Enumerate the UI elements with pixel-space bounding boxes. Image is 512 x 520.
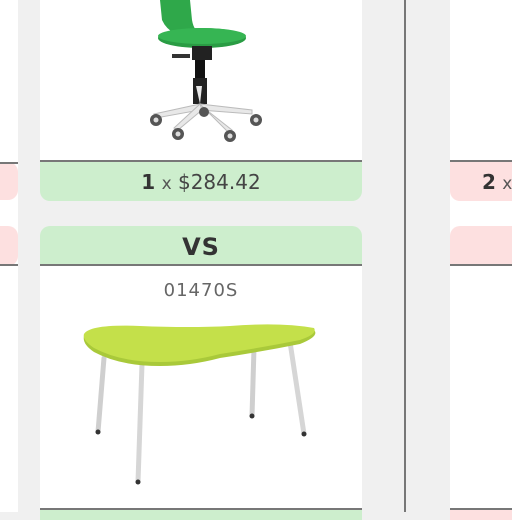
left-vs-bar [0, 226, 18, 266]
right-price-multiplier: x [502, 174, 512, 194]
price-quantity: 1 [141, 170, 156, 194]
green-kidney-table-icon [83, 324, 316, 485]
right-price-quantity: 2 [482, 170, 496, 194]
table-image[interactable] [80, 322, 320, 487]
right-vs-divider [450, 264, 512, 266]
right-price-text: 2 x [482, 172, 512, 193]
office-chair-image[interactable] [140, 0, 270, 145]
product-sku: 01470S [163, 280, 239, 301]
left-price-divider [0, 162, 18, 164]
left-vs-divider [0, 264, 18, 266]
right-price-bar[interactable]: 2 x [450, 162, 512, 201]
price-amount: $284.42 [177, 170, 261, 194]
price-multiplier: x [161, 174, 172, 194]
vs-label: VS [182, 233, 220, 261]
right-vs-bar [450, 226, 512, 266]
left-price-bar[interactable] [0, 162, 18, 200]
panel-separator [404, 0, 406, 512]
center-price-bar[interactable]: 1 x $284.42 [40, 162, 362, 201]
green-office-chair-icon [150, 0, 262, 142]
vs-bar: VS [40, 226, 362, 266]
center-price-text: 1 x $284.42 [40, 172, 362, 193]
